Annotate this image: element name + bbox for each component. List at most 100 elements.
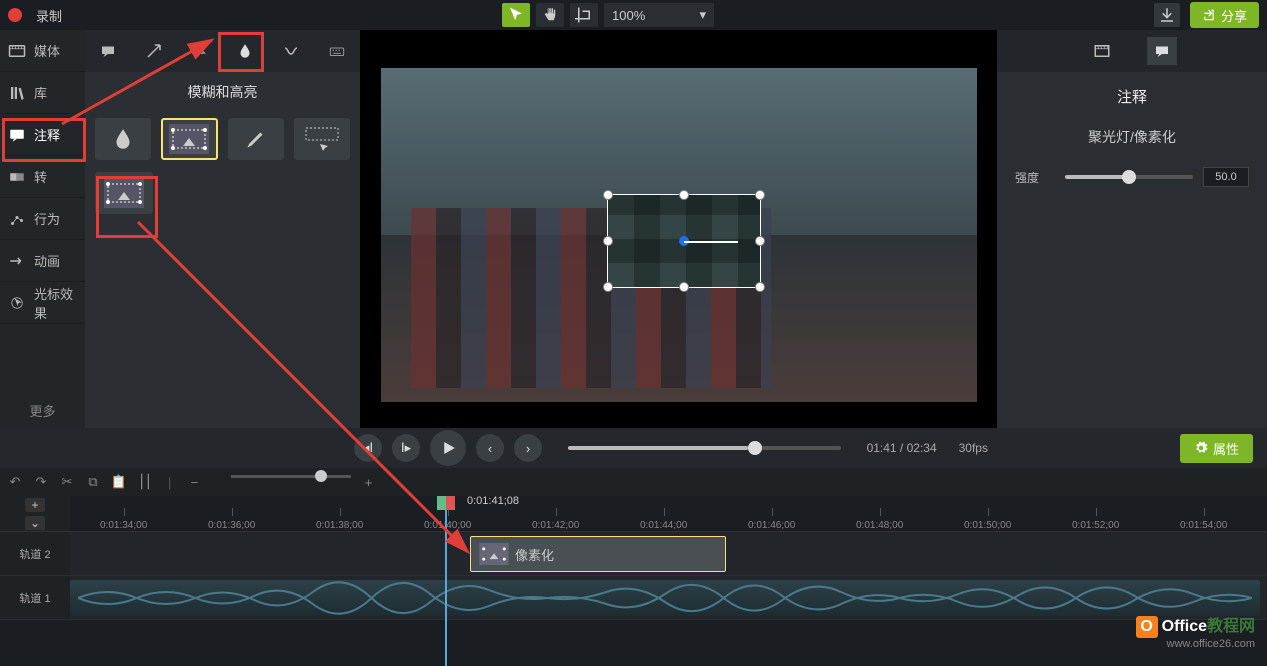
share-button[interactable]: 分享: [1190, 2, 1259, 28]
ruler-tick: 0:01:40;00: [424, 520, 471, 531]
effect-pixelate-preview[interactable]: [95, 172, 153, 214]
prev-button[interactable]: ‹: [476, 434, 504, 462]
droplet-icon: [110, 126, 136, 152]
props-tab-annotation[interactable]: [1147, 37, 1177, 65]
collapse-button[interactable]: ⌄: [25, 516, 45, 530]
tab-arrows[interactable]: [132, 35, 176, 67]
resize-handle[interactable]: [603, 190, 613, 200]
sidebar-item-transitions[interactable]: 转: [0, 156, 85, 198]
seek-bar[interactable]: [568, 446, 841, 450]
timeline-ruler[interactable]: + ⌄ 0:01:34;000:01:36;000:01:38;000:01:4…: [0, 496, 1267, 532]
video-preview: [381, 68, 977, 402]
hand-tool[interactable]: [536, 3, 564, 27]
pixelate-region[interactable]: [607, 194, 761, 288]
main-area: 媒体 库 注释 转 行为: [0, 30, 1267, 428]
zoom-out-button[interactable]: −: [185, 475, 203, 490]
playhead[interactable]: 0:01:41;08: [445, 496, 447, 666]
intensity-label: 强度: [1015, 169, 1055, 186]
resize-handle[interactable]: [755, 190, 765, 200]
tab-blur[interactable]: [223, 35, 267, 67]
crop-tool[interactable]: [570, 3, 598, 27]
watermark-url: www.office26.com: [1136, 638, 1255, 650]
tab-callouts[interactable]: [86, 35, 130, 67]
sidebar-item-library[interactable]: 库: [0, 72, 85, 114]
play-button[interactable]: [430, 430, 466, 466]
copy-button[interactable]: ⧉: [84, 474, 102, 490]
record-label[interactable]: 录制: [36, 6, 62, 25]
paste-button[interactable]: 📋: [110, 474, 128, 490]
shape-icon: [191, 42, 209, 60]
sidebar-item-animations[interactable]: 动画: [0, 240, 85, 282]
canvas[interactable]: [360, 30, 997, 428]
effect-highlight[interactable]: [228, 118, 284, 160]
gear-icon: [1194, 441, 1208, 455]
track-2[interactable]: 轨道 2 像素化: [0, 532, 1267, 576]
effect-interactive[interactable]: [294, 118, 350, 160]
sidebar-label: 媒体: [34, 41, 60, 60]
topbar: 录制 100% ▾ 分享: [0, 0, 1267, 30]
props-tab-video[interactable]: [1087, 37, 1117, 65]
pointer-tool[interactable]: [502, 3, 530, 27]
redo-button[interactable]: ↷: [32, 474, 50, 490]
share-label: 分享: [1221, 6, 1247, 25]
playhead-time: 0:01:41;08: [467, 495, 519, 507]
zoom-value: 100%: [612, 8, 645, 23]
ruler-tick: 0:01:52;00: [1072, 520, 1119, 531]
props-title: 注释: [997, 72, 1267, 121]
clip-icon: [479, 543, 509, 565]
ruler-tick: 0:01:54;00: [1180, 520, 1227, 531]
dropdown-icon: ▾: [699, 7, 706, 23]
tab-shapes[interactable]: [178, 35, 222, 67]
ruler-tick: 0:01:50;00: [964, 520, 1011, 531]
intensity-slider[interactable]: [1065, 175, 1193, 179]
watermark-suffix: 教程网: [1207, 618, 1255, 635]
tab-keyboard[interactable]: [315, 35, 359, 67]
track-1[interactable]: 轨道 1: [0, 576, 1267, 620]
library-icon: [8, 85, 26, 101]
ruler-tick: 0:01:48;00: [856, 520, 903, 531]
time-display: 01:41 / 02:34: [867, 441, 937, 455]
effect-pixelate[interactable]: [161, 118, 217, 160]
watermark-prefix: Office: [1162, 618, 1207, 635]
properties-button[interactable]: 属性: [1180, 434, 1253, 463]
ruler-tick: 0:01:34;00: [100, 520, 147, 531]
media-icon: [8, 43, 26, 59]
download-button[interactable]: [1154, 3, 1180, 27]
timeline-zoom-slider[interactable]: [231, 475, 351, 478]
resize-handle[interactable]: [755, 236, 765, 246]
panel-title: 模糊和高亮: [85, 72, 360, 112]
add-track-button[interactable]: +: [25, 498, 45, 512]
ruler-tick: 0:01:44;00: [640, 520, 687, 531]
ruler-tick: 0:01:42;00: [532, 520, 579, 531]
motion-icon: [282, 42, 300, 60]
resize-handle[interactable]: [603, 236, 613, 246]
resize-handle[interactable]: [755, 282, 765, 292]
intensity-value[interactable]: 50.0: [1203, 167, 1249, 187]
watermark-badge: O: [1136, 616, 1158, 638]
video-clip[interactable]: [70, 580, 1260, 616]
sidebar-more[interactable]: 更多: [0, 393, 85, 428]
next-frame-button[interactable]: Ⅰ▸: [392, 434, 420, 462]
tab-motion[interactable]: [269, 35, 313, 67]
split-button[interactable]: ⎮⎮: [136, 474, 154, 490]
timeline-toolbar: ↶ ↷ ✂ ⧉ 📋 ⎮⎮ | − +: [0, 468, 1267, 496]
highlighter-icon: [243, 126, 269, 152]
annotation-tab-icon: [1153, 42, 1171, 60]
effect-blur[interactable]: [95, 118, 151, 160]
sidebar-item-media[interactable]: 媒体: [0, 30, 85, 72]
prev-frame-button[interactable]: ◂Ⅰ: [354, 434, 382, 462]
zoom-in-button[interactable]: +: [359, 475, 377, 490]
resize-handle[interactable]: [603, 282, 613, 292]
sidebar-item-cursor[interactable]: 光标效果: [0, 282, 85, 324]
rotation-handle[interactable]: [684, 241, 738, 243]
undo-button[interactable]: ↶: [6, 474, 24, 490]
resize-handle[interactable]: [679, 282, 689, 292]
next-button[interactable]: ›: [514, 434, 542, 462]
resize-handle[interactable]: [679, 190, 689, 200]
zoom-select[interactable]: 100% ▾: [604, 3, 714, 27]
pixelate-clip[interactable]: 像素化: [470, 536, 726, 572]
sidebar-item-annotations[interactable]: 注释: [0, 114, 85, 156]
cut-button[interactable]: ✂: [58, 474, 76, 490]
sidebar-item-behaviors[interactable]: 行为: [0, 198, 85, 240]
record-icon: [8, 8, 22, 22]
